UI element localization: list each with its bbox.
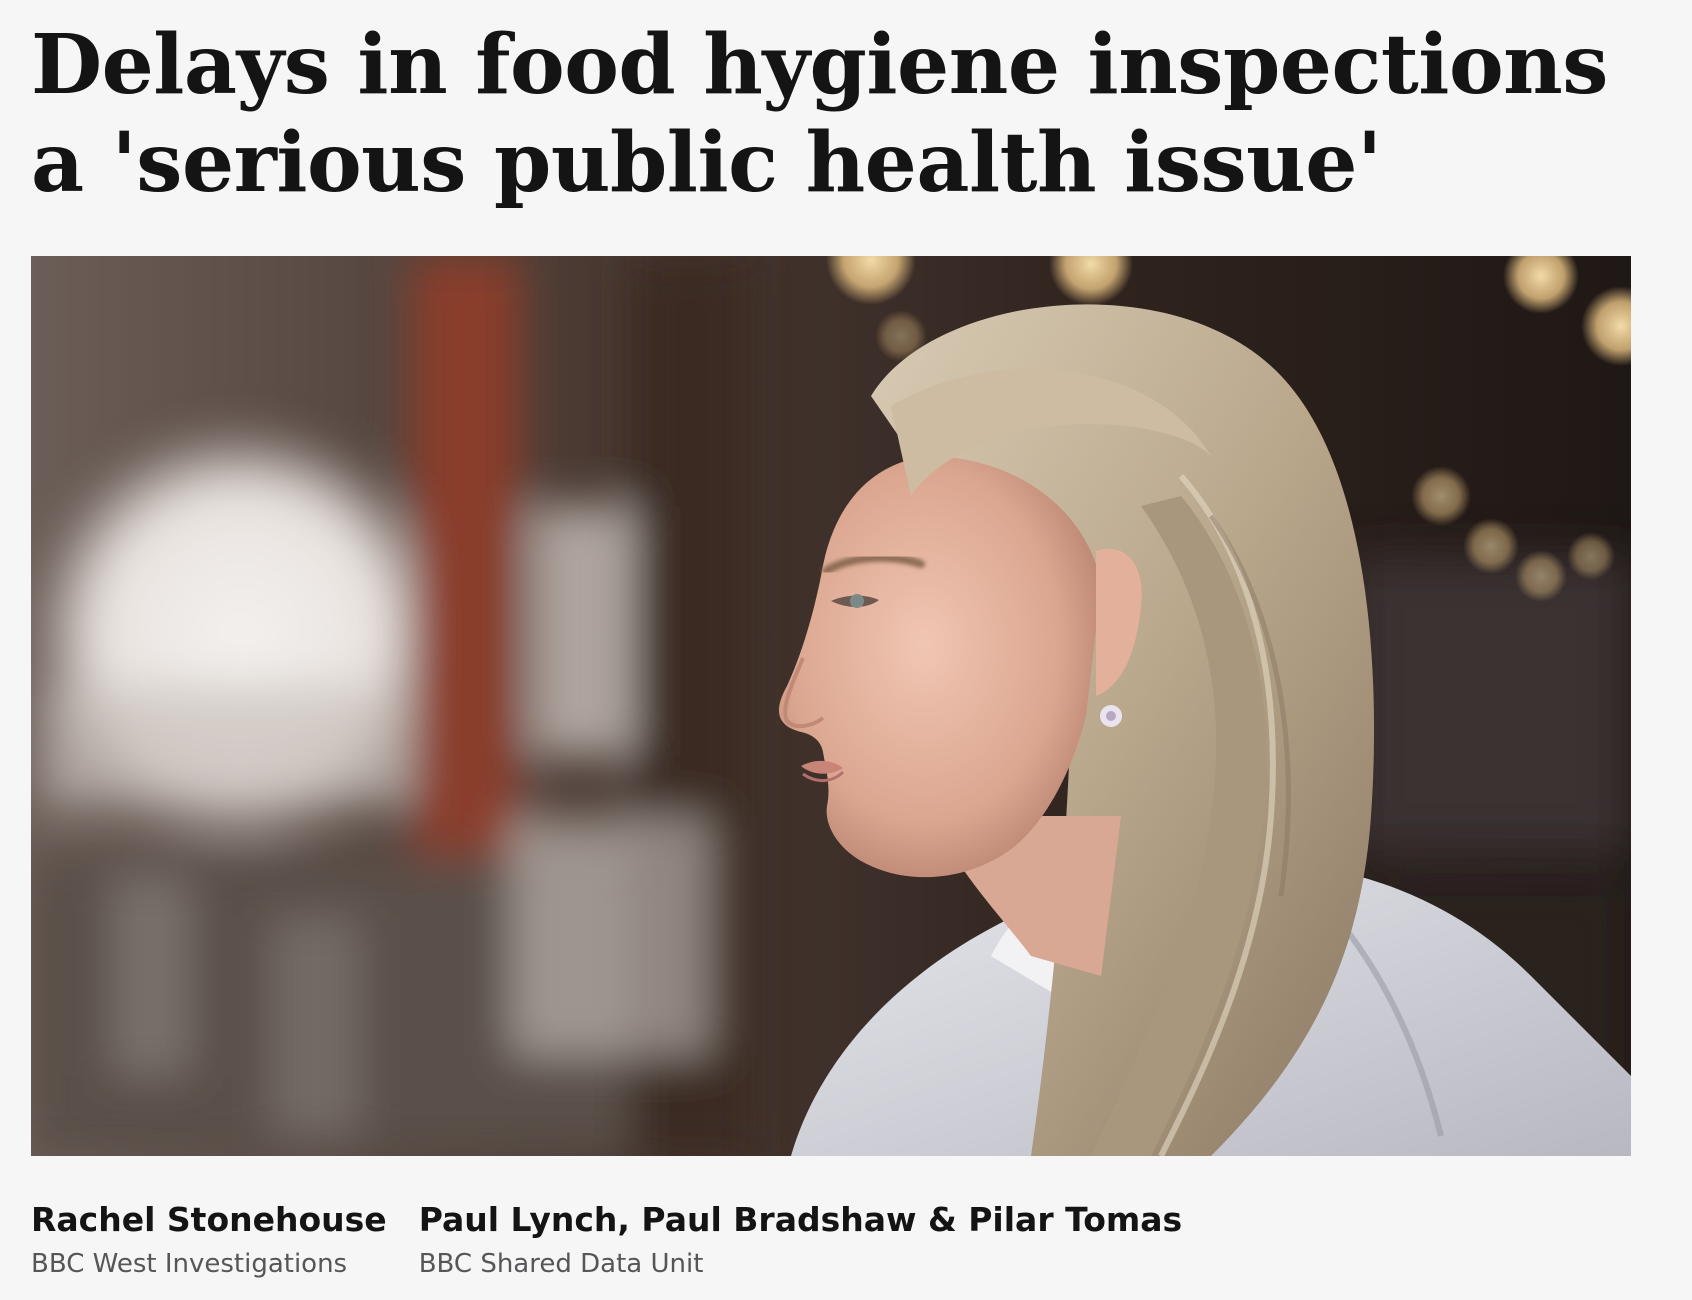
article-page: Delays in food hygiene inspections a 'se… [0, 0, 1692, 1300]
woman-profile-photo [31, 256, 1631, 1156]
author-department: BBC Shared Data Unit [418, 1249, 704, 1279]
byline-item: Paul Lynch, Paul Bradshaw & Pilar Tomas … [419, 1200, 1183, 1280]
author-name-link[interactable]: Paul Lynch, Paul Bradshaw & Pilar Tomas [419, 1200, 1183, 1240]
byline-list: Rachel Stonehouse BBC West Investigation… [31, 1200, 1182, 1280]
author-name-link[interactable]: Rachel Stonehouse [31, 1200, 387, 1240]
byline-item: Rachel Stonehouse BBC West Investigation… [31, 1200, 387, 1280]
hero-image [31, 256, 1631, 1156]
author-department: BBC West Investigations [31, 1249, 348, 1279]
article-headline: Delays in food hygiene inspections a 'se… [31, 17, 1608, 211]
